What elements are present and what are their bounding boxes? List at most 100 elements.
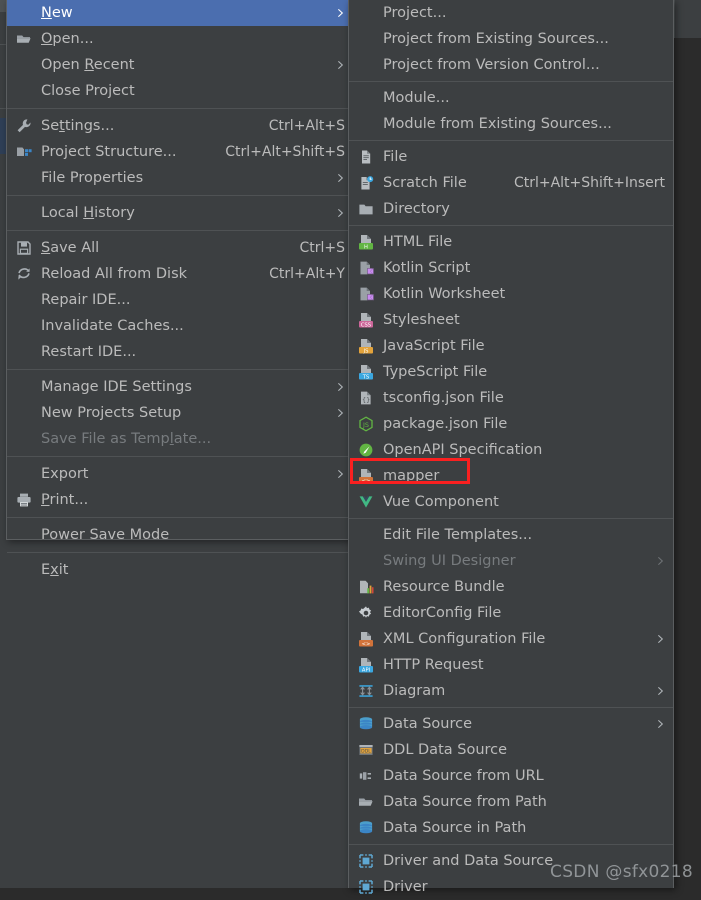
menu-item-data-source-from-url[interactable]: Data Source from URL	[349, 763, 673, 789]
menu-item-settings[interactable]: Settings... Ctrl+Alt+S	[7, 113, 353, 139]
xml-file-icon: <>	[355, 468, 377, 484]
menu-item-label: Swing UI Designer	[383, 553, 516, 569]
menu-item-label: mapper	[383, 468, 440, 484]
menu-item-xml-configuration-file[interactable]: <> XML Configuration File	[349, 626, 673, 652]
menu-item-invalidate-caches[interactable]: Invalidate Caches...	[7, 313, 353, 339]
menu-item-label: Print...	[41, 492, 89, 508]
svg-text:TS: TS	[362, 374, 369, 380]
menu-item-label: File Properties	[41, 170, 144, 186]
printer-icon	[13, 492, 35, 508]
menu-item-file[interactable]: File	[349, 144, 673, 170]
wrench-icon	[13, 118, 35, 134]
menu-item-local-history[interactable]: Local History	[7, 200, 353, 226]
file-icon	[355, 149, 377, 165]
none-icon	[355, 116, 377, 132]
menu-item-scratch-file[interactable]: Scratch File Ctrl+Alt+Shift+Insert	[349, 170, 673, 196]
new-submenu-popup[interactable]: Project... Project from Existing Sources.…	[348, 0, 674, 895]
none-icon	[13, 344, 35, 360]
menu-item-shortcut: Ctrl+S	[299, 240, 345, 256]
menu-item-stylesheet[interactable]: CSS Stylesheet	[349, 307, 673, 333]
project-structure-icon	[13, 144, 35, 160]
menu-item-kotlin-worksheet[interactable]: Kotlin Worksheet	[349, 281, 673, 307]
menu-item-power-save-mode[interactable]: Power Save Mode	[7, 522, 353, 548]
menu-item-driver[interactable]: Driver	[349, 874, 673, 900]
menu-item-mapper[interactable]: <> mapper	[349, 463, 673, 489]
menu-item-label: Vue Component	[383, 494, 499, 510]
menu-item-shortcut: Ctrl+Alt+Shift+Insert	[513, 175, 665, 191]
ts-file-icon: TS	[355, 364, 377, 380]
menu-item-reload-all-from-disk[interactable]: Reload All from Disk Ctrl+Alt+Y	[7, 261, 353, 287]
menu-separator	[7, 456, 353, 457]
menu-item-export[interactable]: Export	[7, 461, 353, 487]
css-file-icon: CSS	[355, 312, 377, 328]
file-menu-popup[interactable]: New Open... Open Recent Close Project Settin…	[6, 0, 354, 578]
menu-item-data-source[interactable]: Data Source	[349, 711, 673, 737]
menu-item-close-project[interactable]: Close Project	[7, 78, 353, 104]
menu-item-data-source-from-path[interactable]: Data Source from Path	[349, 789, 673, 815]
menu-item-label: New	[41, 5, 73, 21]
menu-item-label: DDL Data Source	[383, 742, 508, 758]
npm-icon: JS	[355, 416, 377, 432]
menu-item-open-recent[interactable]: Open Recent	[7, 52, 353, 78]
menu-item-new[interactable]: New	[7, 0, 353, 26]
chevron-right-icon	[338, 209, 344, 217]
menu-item-javascript-file[interactable]: JS JavaScript File	[349, 333, 673, 359]
menu-item-http-request[interactable]: API HTTP Request	[349, 652, 673, 678]
menu-item-html-file[interactable]: H HTML File	[349, 229, 673, 255]
database-icon	[355, 716, 377, 732]
ddl-icon: DDL	[355, 742, 377, 758]
menu-item-restart-ide[interactable]: Restart IDE...	[7, 339, 353, 365]
menu-item-label: JavaScript File	[383, 338, 485, 354]
menu-item-file-properties[interactable]: File Properties	[7, 165, 353, 191]
menu-item-typescript-file[interactable]: TS TypeScript File	[349, 359, 673, 385]
menu-item-project-from-existing-sources[interactable]: Project from Existing Sources...	[349, 26, 673, 52]
menu-separator	[349, 140, 673, 141]
menu-item-label: Kotlin Worksheet	[383, 286, 506, 302]
menu-item-save-all[interactable]: Save All Ctrl+S	[7, 235, 353, 261]
chevron-right-icon	[338, 470, 344, 478]
menu-item-label: Module from Existing Sources...	[383, 116, 612, 132]
menu-item-label: Reload All from Disk	[41, 266, 188, 282]
menu-separator	[7, 230, 353, 231]
menu-item-label: Driver	[383, 879, 428, 895]
menu-item-project-structure[interactable]: Project Structure... Ctrl+Alt+Shift+S	[7, 139, 353, 165]
menu-item-module-from-existing-sources[interactable]: Module from Existing Sources...	[349, 111, 673, 137]
menu-item-data-source-in-path[interactable]: Data Source in Path	[349, 815, 673, 841]
menu-item-repair-ide[interactable]: Repair IDE...	[7, 287, 353, 313]
menu-item-label: Repair IDE...	[41, 292, 131, 308]
menu-item-ddl-data-source[interactable]: DDL DDL Data Source	[349, 737, 673, 763]
menu-item-save-file-as-template: Save File as Template...	[7, 426, 353, 452]
menu-item-project-from-version-control[interactable]: Project from Version Control...	[349, 52, 673, 78]
menu-item-label: Data Source from URL	[383, 768, 544, 784]
menu-item-package-json-file[interactable]: JS package.json File	[349, 411, 673, 437]
menu-item-exit[interactable]: Exit	[7, 557, 353, 583]
menu-item-diagram[interactable]: Diagram	[349, 678, 673, 704]
menu-item-module[interactable]: Module...	[349, 85, 673, 111]
menu-item-print[interactable]: Print...	[7, 487, 353, 513]
chevron-right-icon	[658, 720, 664, 728]
menu-separator	[349, 518, 673, 519]
menu-item-resource-bundle[interactable]: Resource Bundle	[349, 574, 673, 600]
menu-item-kotlin-script[interactable]: Kotlin Script	[349, 255, 673, 281]
menu-item-directory[interactable]: Directory	[349, 196, 673, 222]
menu-item-open[interactable]: Open...	[7, 26, 353, 52]
menu-item-label: Module...	[383, 90, 450, 106]
menu-item-edit-file-templates[interactable]: Edit File Templates...	[349, 522, 673, 548]
menu-item-label: Local History	[41, 205, 135, 221]
svg-text:CSS: CSS	[361, 322, 371, 328]
tsconfig-icon: {}	[355, 390, 377, 406]
menu-item-label: HTML File	[383, 234, 453, 250]
menu-item-driver-and-data-source[interactable]: Driver and Data Source	[349, 848, 673, 874]
menu-item-tsconfig-json-file[interactable]: {} tsconfig.json File	[349, 385, 673, 411]
menu-item-vue-component[interactable]: Vue Component	[349, 489, 673, 515]
menu-item-label: Data Source from Path	[383, 794, 547, 810]
menu-item-shortcut: Ctrl+Alt+S	[268, 118, 345, 134]
menu-item-shortcut: Ctrl+Alt+Y	[269, 266, 345, 282]
menu-item-openapi-specification[interactable]: OpenAPI Specification	[349, 437, 673, 463]
svg-text:JS: JS	[363, 348, 369, 354]
menu-item-project[interactable]: Project...	[349, 0, 673, 26]
menu-item-manage-ide-settings[interactable]: Manage IDE Settings	[7, 374, 353, 400]
menu-item-new-projects-setup[interactable]: New Projects Setup	[7, 400, 353, 426]
none-icon	[13, 83, 35, 99]
menu-item-editorconfig-file[interactable]: EditorConfig File	[349, 600, 673, 626]
